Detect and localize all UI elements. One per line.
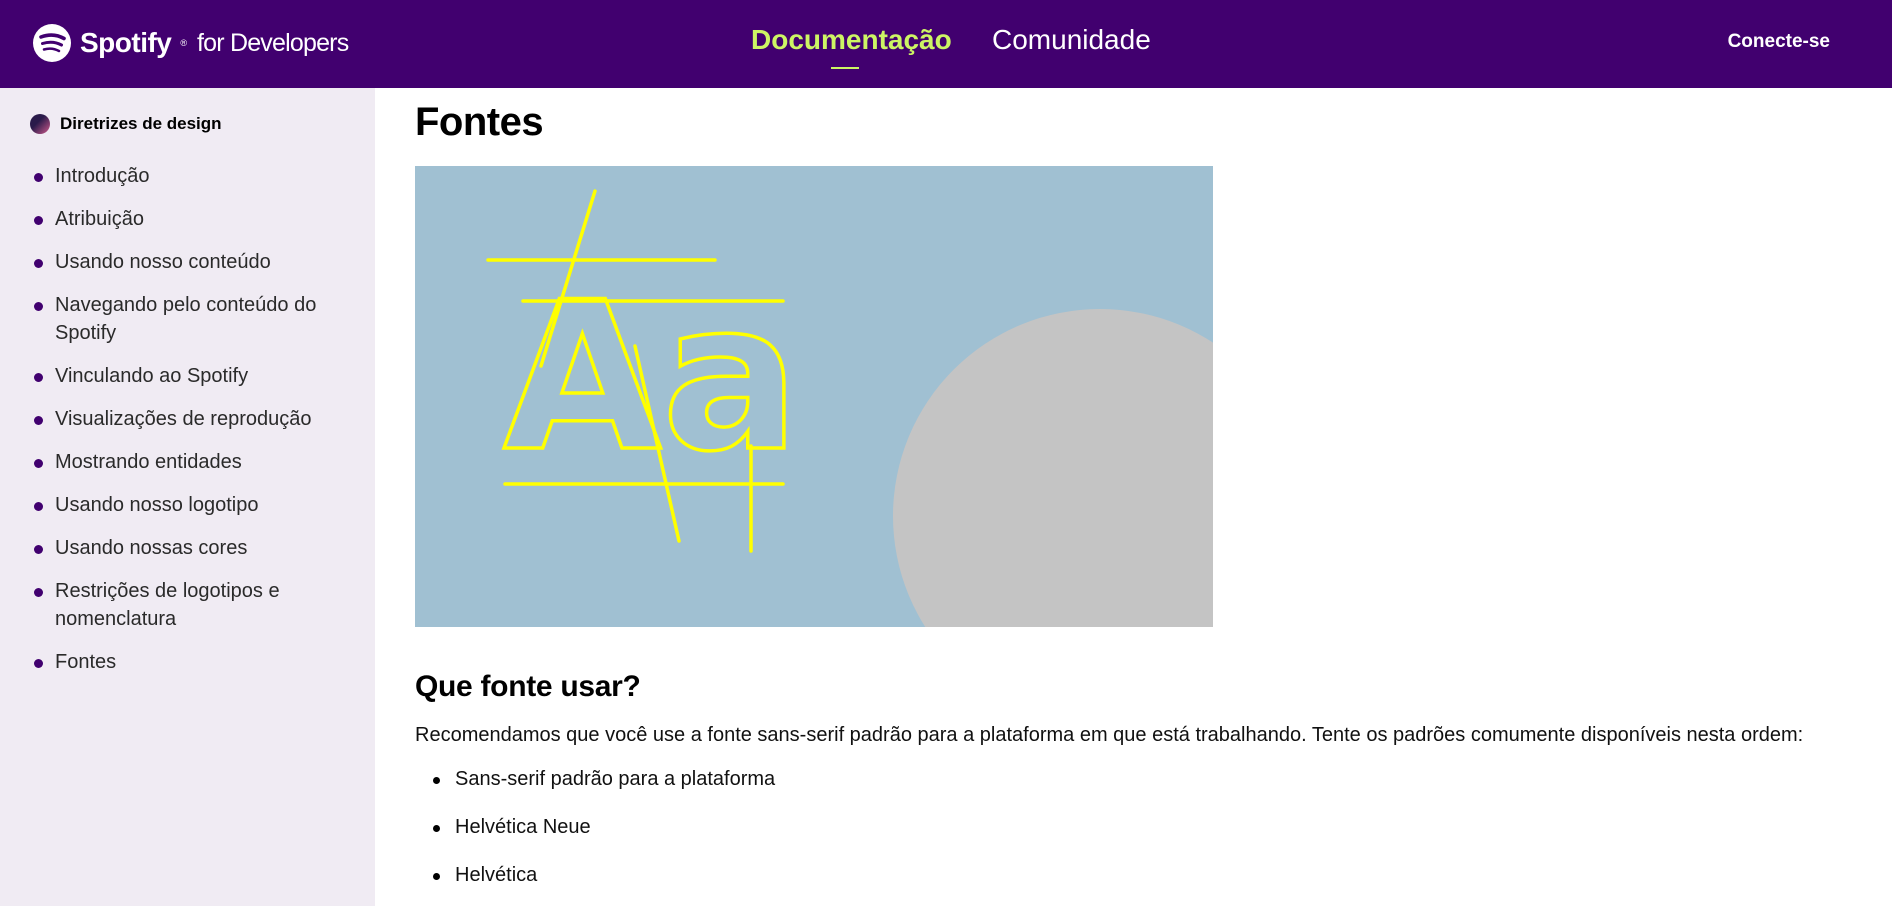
sidebar-item-usando-nosso-conteudo[interactable]: Usando nosso conteúdo [34, 248, 364, 276]
aa-glyphs: Aa [503, 259, 800, 497]
sidebar-item-usando-cores[interactable]: Usando nossas cores [34, 534, 364, 562]
sidebar-item-vinculando[interactable]: Vinculando ao Spotify [34, 362, 364, 390]
sidebar-item-navegando-conteudo[interactable]: Navegando pelo conteúdo do Spotify [34, 291, 364, 347]
fonts-hero-image: Aa [415, 166, 1213, 627]
list-item: Helvética [415, 864, 775, 912]
sidebar-item-atribuicao[interactable]: Atribuição [34, 205, 364, 233]
sidebar-item-introducao[interactable]: Introdução [34, 162, 364, 190]
sidebar-item-restricoes[interactable]: Restrições de logotipos e nomenclatura [34, 577, 364, 633]
typography-illustration: Aa [486, 189, 1213, 627]
section-heading: Que fonte usar? [415, 670, 641, 703]
logo-suffix-text: for Developers [197, 28, 349, 57]
list-item: Helvética Neue [415, 816, 775, 864]
sidebar-item-mostrando-entidades[interactable]: Mostrando entidades [34, 448, 364, 476]
sidebar-item-usando-logotipo[interactable]: Usando nosso logotipo [34, 491, 364, 519]
sidebar-item-visualizacoes[interactable]: Visualizações de reprodução [34, 405, 364, 433]
design-guidelines-icon [30, 114, 50, 134]
sidebar-nav-list: Introdução Atribuição Usando nosso conte… [34, 162, 364, 691]
spotify-logo-icon [33, 24, 71, 62]
sidebar: Diretrizes de design Introdução Atribuiç… [0, 88, 375, 906]
nav-community[interactable]: Comunidade [992, 24, 1151, 56]
list-item: Sans-serif padrão para a plataforma [415, 768, 775, 816]
sidebar-section-title[interactable]: Diretrizes de design [30, 114, 222, 134]
font-fallback-list: Sans-serif padrão para a plataforma Helv… [415, 768, 775, 912]
top-navigation-bar: Spotify ® for Developers Documentação Com… [0, 0, 1892, 88]
page-title: Fontes [415, 100, 544, 144]
nav-documentation[interactable]: Documentação [751, 24, 952, 69]
logo-brand-text: Spotify [80, 27, 172, 58]
sidebar-item-fontes[interactable]: Fontes [34, 648, 364, 676]
decorative-circle [893, 309, 1213, 627]
login-button[interactable]: Conecte-se [1728, 31, 1830, 53]
section-paragraph: Recomendamos que você use a fonte sans-s… [415, 724, 1804, 746]
spotify-for-developers-logo[interactable]: Spotify ® for Developers [32, 22, 349, 64]
active-nav-underline [831, 67, 859, 69]
